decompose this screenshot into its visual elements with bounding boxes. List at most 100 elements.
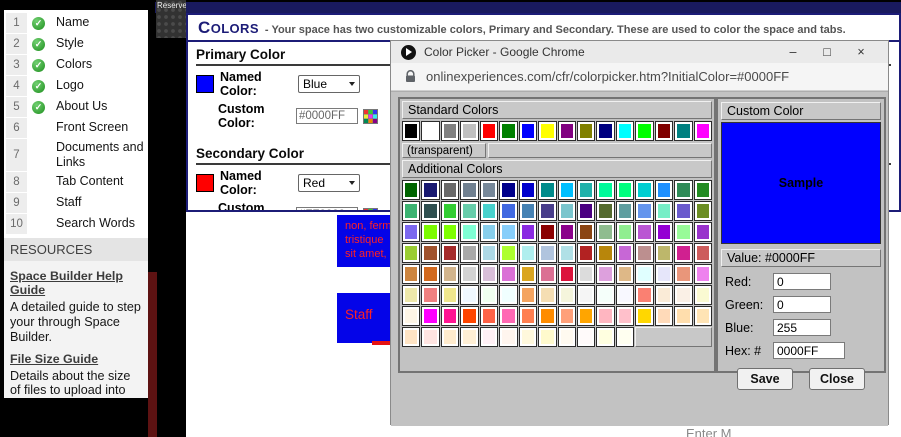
color-swatch[interactable] — [421, 121, 439, 141]
color-swatch[interactable] — [402, 285, 420, 305]
color-swatch[interactable] — [499, 121, 517, 141]
color-swatch[interactable] — [694, 264, 712, 284]
color-swatch[interactable] — [421, 201, 439, 221]
sidebar-item-documents-and-links[interactable]: 7 Documents and Links — [6, 139, 148, 171]
color-swatch[interactable] — [635, 243, 653, 263]
color-swatch[interactable] — [538, 180, 556, 200]
color-swatch[interactable] — [596, 264, 614, 284]
color-swatch[interactable] — [655, 264, 673, 284]
sidebar-item-front-screen[interactable]: 6 Front Screen — [6, 118, 148, 138]
color-swatch[interactable] — [499, 306, 517, 326]
sidebar-item-staff[interactable]: 9 Staff — [6, 193, 148, 213]
color-swatch[interactable] — [655, 201, 673, 221]
color-swatch[interactable] — [402, 327, 420, 347]
color-swatch[interactable] — [616, 121, 634, 141]
color-swatch[interactable] — [402, 201, 420, 221]
color-swatch[interactable] — [655, 285, 673, 305]
color-swatch[interactable] — [460, 264, 478, 284]
color-swatch[interactable] — [519, 222, 537, 242]
green-input[interactable] — [773, 296, 831, 313]
color-swatch[interactable] — [538, 306, 556, 326]
color-swatch[interactable] — [596, 222, 614, 242]
color-swatch[interactable] — [674, 264, 692, 284]
color-swatch[interactable] — [596, 201, 614, 221]
color-swatch[interactable] — [558, 201, 576, 221]
color-swatch[interactable] — [616, 264, 634, 284]
primary-custom-color-input[interactable] — [296, 108, 358, 124]
color-swatch[interactable] — [421, 180, 439, 200]
color-swatch[interactable] — [538, 222, 556, 242]
color-swatch[interactable] — [402, 264, 420, 284]
color-swatch[interactable] — [596, 306, 614, 326]
color-swatch[interactable] — [674, 180, 692, 200]
color-swatch[interactable] — [402, 243, 420, 263]
sidebar-item-name[interactable]: 1 Name — [6, 13, 148, 33]
color-swatch[interactable] — [499, 264, 517, 284]
color-swatch[interactable] — [655, 180, 673, 200]
color-swatch[interactable] — [441, 201, 459, 221]
color-swatch[interactable] — [538, 243, 556, 263]
color-swatch[interactable] — [538, 121, 556, 141]
transparent-button[interactable]: (transparent) — [402, 143, 486, 158]
color-swatch[interactable] — [480, 180, 498, 200]
color-swatch[interactable] — [519, 121, 537, 141]
color-swatch[interactable] — [499, 327, 517, 347]
color-swatch[interactable] — [616, 327, 634, 347]
color-swatch[interactable] — [674, 222, 692, 242]
color-swatch[interactable] — [538, 201, 556, 221]
sidebar-item-colors[interactable]: 3 Colors — [6, 55, 148, 75]
color-swatch[interactable] — [616, 285, 634, 305]
color-swatch[interactable] — [421, 222, 439, 242]
color-swatch[interactable] — [674, 121, 692, 141]
color-swatch[interactable] — [402, 222, 420, 242]
color-swatch[interactable] — [538, 327, 556, 347]
color-swatch[interactable] — [480, 222, 498, 242]
color-grid-icon[interactable] — [363, 208, 378, 213]
color-swatch[interactable] — [480, 243, 498, 263]
color-swatch[interactable] — [577, 243, 595, 263]
color-swatch[interactable] — [577, 222, 595, 242]
color-swatch[interactable] — [577, 306, 595, 326]
color-swatch[interactable] — [655, 121, 673, 141]
color-swatch[interactable] — [460, 180, 478, 200]
color-swatch[interactable] — [421, 285, 439, 305]
color-swatch[interactable] — [694, 243, 712, 263]
color-swatch[interactable] — [402, 306, 420, 326]
color-swatch[interactable] — [596, 243, 614, 263]
close-window-button[interactable]: × — [844, 41, 878, 63]
primary-named-color-select[interactable]: Blue — [298, 75, 360, 93]
color-swatch[interactable] — [480, 121, 498, 141]
color-swatch[interactable] — [616, 180, 634, 200]
color-swatch[interactable] — [655, 222, 673, 242]
color-swatch[interactable] — [538, 264, 556, 284]
color-swatch[interactable] — [635, 264, 653, 284]
color-swatch[interactable] — [421, 306, 439, 326]
color-swatch[interactable] — [441, 264, 459, 284]
color-swatch[interactable] — [499, 243, 517, 263]
color-swatch[interactable] — [460, 121, 478, 141]
red-input[interactable] — [773, 273, 831, 290]
color-swatch[interactable] — [441, 180, 459, 200]
color-swatch[interactable] — [655, 306, 673, 326]
color-swatch[interactable] — [596, 285, 614, 305]
color-swatch[interactable] — [616, 201, 634, 221]
color-swatch[interactable] — [674, 243, 692, 263]
color-swatch[interactable] — [694, 285, 712, 305]
color-swatch[interactable] — [558, 243, 576, 263]
sidebar-item-search-words[interactable]: 10 Search Words — [6, 214, 148, 234]
color-swatch[interactable] — [519, 327, 537, 347]
color-swatch[interactable] — [558, 327, 576, 347]
color-swatch[interactable] — [460, 306, 478, 326]
color-swatch[interactable] — [460, 285, 478, 305]
color-swatch[interactable] — [694, 201, 712, 221]
color-swatch[interactable] — [519, 306, 537, 326]
color-swatch[interactable] — [596, 121, 614, 141]
color-swatch[interactable] — [460, 327, 478, 347]
color-swatch[interactable] — [538, 285, 556, 305]
color-swatch[interactable] — [519, 201, 537, 221]
color-swatch[interactable] — [577, 264, 595, 284]
color-swatch[interactable] — [596, 180, 614, 200]
color-swatch[interactable] — [480, 285, 498, 305]
color-swatch[interactable] — [441, 222, 459, 242]
color-swatch[interactable] — [519, 285, 537, 305]
